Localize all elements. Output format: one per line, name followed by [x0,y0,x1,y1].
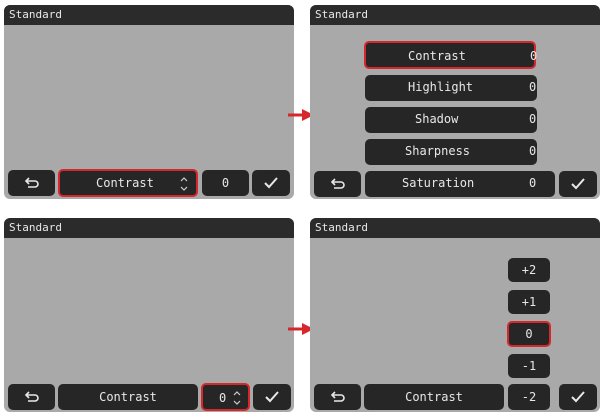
parameter-label: Contrast [99,390,157,404]
back-button[interactable] [8,170,55,196]
value-button[interactable]: 0 [202,170,249,196]
menu-item-saturation[interactable]: Saturation 0 [365,171,555,197]
page-title: Standard [4,5,294,25]
menu-item-label: Saturation [402,176,475,190]
page-title: Standard [310,5,600,25]
value-option-label: +1 [521,295,537,309]
screen-panel-3: Standard Contrast 0 [4,218,294,412]
page-title: Standard [310,218,600,238]
parameter-label: Contrast [96,176,154,190]
menu-item-label: Shadow [415,112,459,126]
back-arrow-icon [24,177,39,188]
menu-item-value: 0 [529,80,537,94]
checkmark-icon [571,178,585,190]
value-option-selected[interactable]: 0 [507,321,551,347]
menu-item-contrast[interactable]: Contrast 0 [364,41,538,69]
value-option-label: 0 [525,327,533,341]
back-button[interactable] [8,384,55,410]
screen-panel-1: Standard Contrast 0 [4,5,294,199]
back-arrow-icon [24,391,39,402]
menu-item-label: Contrast [408,49,466,63]
back-button[interactable] [314,171,361,197]
menu-item-highlight[interactable]: Highlight 0 [365,75,537,101]
value-label: 0 [219,391,227,405]
value-option-label: -2 [521,390,537,404]
confirm-button[interactable] [253,384,291,410]
checkmark-icon [264,177,278,189]
value-label: 0 [221,176,230,190]
value-option[interactable]: -1 [508,354,550,378]
menu-item-value: 0 [529,112,537,126]
checkmark-icon [265,391,279,403]
value-option[interactable]: +1 [508,290,550,314]
confirm-button[interactable] [559,384,597,410]
back-arrow-icon [330,178,345,189]
screen-panel-4: Standard +2 +1 0 -1 Contrast -2 [310,218,600,412]
value-option-label: +2 [521,263,537,277]
menu-item-value: 0 [530,49,538,63]
up-down-chevron-icon [180,177,188,191]
menu-item-value: 0 [529,144,537,158]
value-option[interactable]: +2 [508,258,550,282]
up-down-chevron-icon [233,391,241,405]
screen-panel-2: Standard Contrast 0 Highlight 0 Shadow 0… [310,5,600,199]
value-selector[interactable]: 0 [201,383,250,411]
checkmark-icon [571,391,585,403]
parameter-label: Contrast [405,390,463,404]
menu-item-value: 0 [529,176,537,190]
menu-item-shadow[interactable]: Shadow 0 [365,107,537,133]
value-option-label: -1 [521,359,537,373]
back-arrow-icon [330,391,345,402]
parameter-selector[interactable]: Contrast [58,169,198,197]
confirm-button[interactable] [252,170,290,196]
menu-item-label: Highlight [408,80,474,94]
parameter-selector[interactable]: Contrast [364,384,504,410]
confirm-button[interactable] [559,171,597,197]
back-button[interactable] [314,384,361,410]
page-title: Standard [4,218,294,238]
value-option[interactable]: -2 [508,384,550,410]
menu-item-label: Sharpness [405,144,471,158]
menu-item-sharpness[interactable]: Sharpness 0 [365,139,537,165]
parameter-selector[interactable]: Contrast [58,384,198,410]
